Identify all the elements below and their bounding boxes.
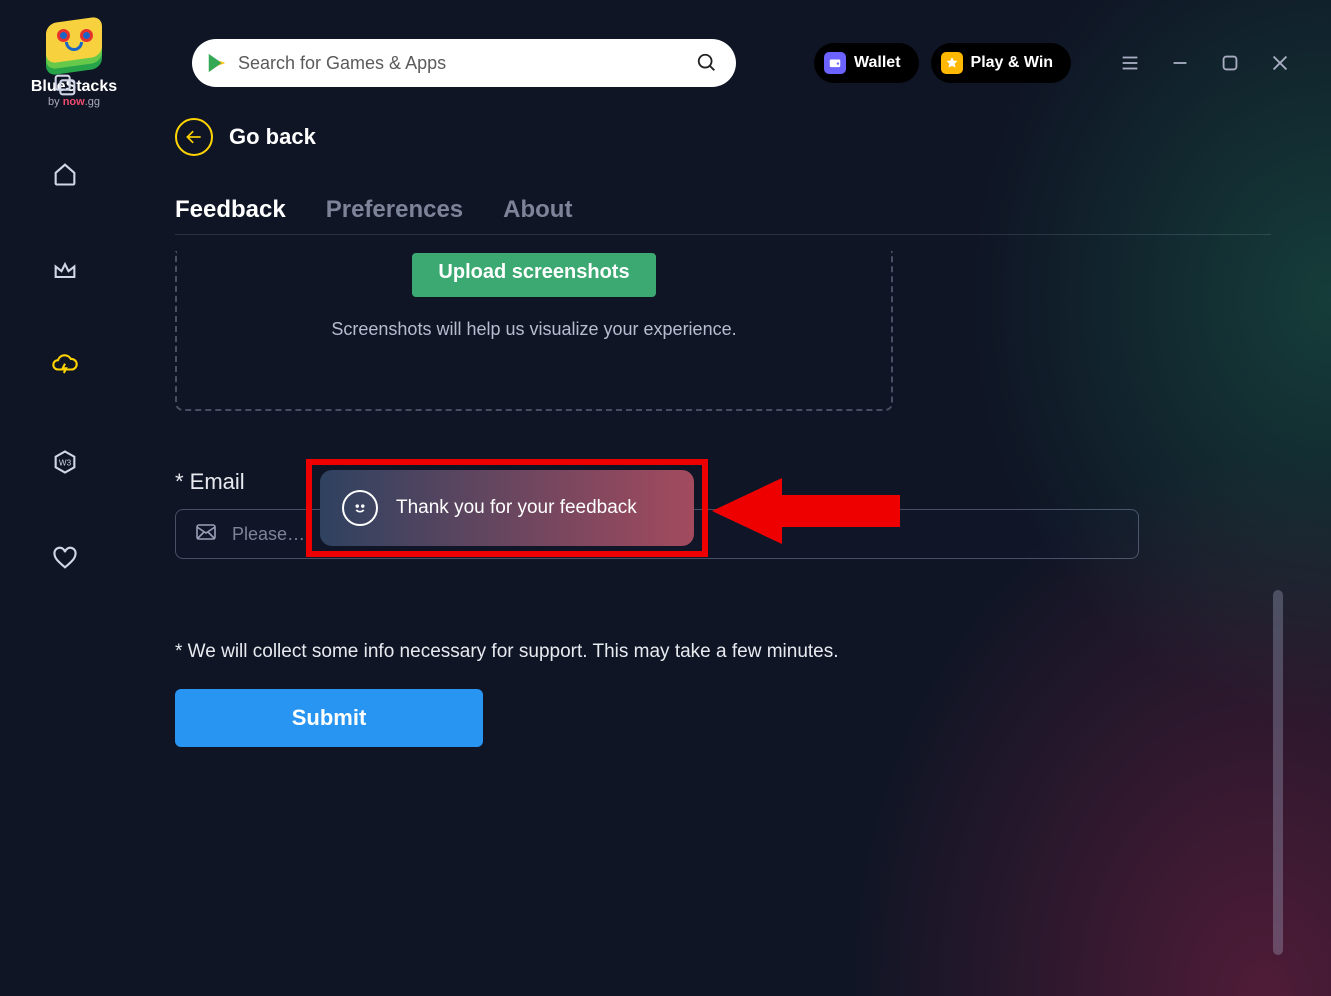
go-back-icon [175, 118, 213, 156]
wallet-label: Wallet [854, 54, 901, 72]
tab-feedback[interactable]: Feedback [175, 196, 286, 224]
submit-button[interactable]: Submit [175, 689, 483, 747]
search-bar[interactable] [192, 39, 736, 87]
go-back-label: Go back [229, 124, 316, 150]
wallet-icon [824, 52, 846, 74]
play-win-label: Play & Win [971, 54, 1054, 72]
window-controls [1119, 52, 1291, 74]
svg-text:W3: W3 [59, 459, 72, 468]
sidebar-heart-icon[interactable] [50, 544, 80, 572]
tab-preferences[interactable]: Preferences [326, 196, 463, 224]
sidebar-home-icon[interactable] [50, 160, 80, 188]
sidebar-crown-icon[interactable] [50, 256, 80, 284]
top-bar: BlueStacks by now.gg Wallet [0, 0, 1331, 126]
main-content: Go back Feedback Preferences About Uploa… [175, 118, 1271, 747]
sidebar-hexagon-w3-icon[interactable]: W3 [50, 448, 80, 476]
vertical-scrollbar[interactable] [1273, 590, 1283, 955]
toast-feedback: Thank you for your feedback [320, 470, 694, 546]
upload-hint: Screenshots will help us visualize your … [331, 319, 736, 340]
close-icon[interactable] [1269, 52, 1291, 74]
sidebar: W3 [0, 120, 130, 160]
hamburger-menu-icon[interactable] [1119, 52, 1141, 74]
smile-chat-icon [342, 490, 378, 526]
star-icon [941, 52, 963, 74]
play-store-icon [206, 52, 228, 74]
sidebar-cloud-bolt-icon[interactable] [50, 352, 80, 380]
maximize-icon[interactable] [1219, 52, 1241, 74]
upload-screenshots-button[interactable]: Upload screenshots [412, 253, 655, 297]
mail-icon [194, 520, 218, 549]
minimize-icon[interactable] [1169, 52, 1191, 74]
search-input[interactable] [238, 53, 686, 74]
go-back-button[interactable]: Go back [175, 118, 1271, 156]
upload-dropzone[interactable]: Upload screenshots Screenshots will help… [175, 251, 893, 411]
pill-group: Wallet Play & Win [814, 43, 1071, 83]
sidebar-copy-icon[interactable] [50, 70, 80, 100]
tab-about[interactable]: About [503, 196, 572, 224]
toast-message: Thank you for your feedback [396, 497, 637, 519]
disclaimer-text: * We will collect some info necessary fo… [175, 641, 1271, 663]
tabs: Feedback Preferences About [175, 196, 1271, 235]
play-win-button[interactable]: Play & Win [931, 43, 1072, 83]
wallet-button[interactable]: Wallet [814, 43, 919, 83]
search-icon[interactable] [696, 52, 718, 74]
